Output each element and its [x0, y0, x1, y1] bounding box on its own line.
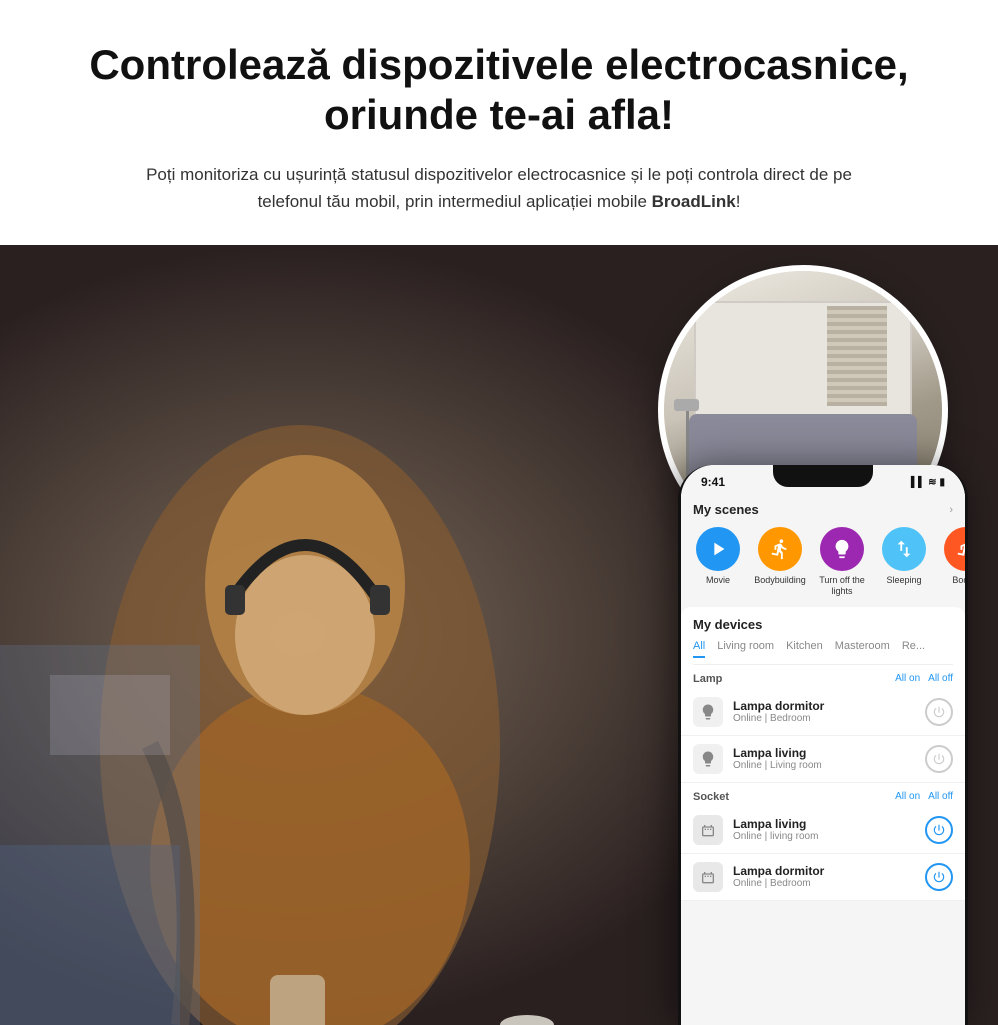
lamp-living-info: Lampa living Online | Living room — [733, 746, 925, 771]
tab-re[interactable]: Re... — [902, 640, 925, 658]
lamp-dormitor-icon — [693, 697, 723, 727]
status-icons: ▌▌ ≋ ▮ — [911, 477, 945, 488]
scene-sleeping-icon — [882, 527, 926, 571]
socket-all-off[interactable]: All off — [928, 791, 953, 802]
lamp-category-header: Lamp All on All off — [681, 665, 965, 689]
tab-master[interactable]: Masteroom — [835, 640, 890, 658]
scene-lights[interactable]: Turn off the lights — [813, 527, 871, 597]
lamp-dormitor: Lampa dormitor Online | Bedroom — [681, 689, 965, 736]
scene-movie[interactable]: Movie — [689, 527, 747, 597]
tab-living[interactable]: Living room — [717, 640, 774, 658]
scene-bodybuilding-icon — [758, 527, 802, 571]
devices-header: My devices All Living room Kitchen Maste… — [681, 607, 965, 665]
scenes-row: Movie Bodybuilding Turn off — [681, 523, 965, 607]
lamp-living-power[interactable] — [925, 745, 953, 773]
devices-section: My devices All Living room Kitchen Maste… — [681, 607, 965, 901]
scene-sleeping[interactable]: Sleeping — [875, 527, 933, 597]
blinds — [827, 306, 887, 406]
lamp-living-name: Lampa living — [733, 746, 925, 760]
lamp-living-status: Online | Living room — [733, 760, 925, 771]
socket-actions: All on All off — [895, 791, 953, 802]
scene-bodybuilding[interactable]: Bodybuilding — [751, 527, 809, 597]
socket-living: Lampa living Online | living room — [681, 807, 965, 854]
socket-category-label: Socket — [693, 791, 729, 803]
lamp-all-off[interactable]: All off — [928, 673, 953, 684]
socket-dormitor-status: Online | Bedroom — [733, 878, 925, 889]
phone-screen: 9:41 ▌▌ ≋ ▮ My scenes › — [681, 465, 965, 1025]
lamp-dormitor-status: Online | Bedroom — [733, 713, 925, 724]
lamp-dormitor-info: Lampa dormitor Online | Bedroom — [733, 699, 925, 724]
socket-dormitor-icon — [693, 862, 723, 892]
lamp-category-label: Lamp — [693, 673, 722, 685]
tab-all[interactable]: All — [693, 640, 705, 658]
socket-living-icon — [693, 815, 723, 845]
socket-dormitor-power[interactable] — [925, 863, 953, 891]
scene-extra-icon — [944, 527, 965, 571]
lamp-living-icon — [693, 744, 723, 774]
app-content: My scenes › Movie — [681, 494, 965, 1024]
subtitle: Poți monitoriza cu ușurință statusul dis… — [124, 161, 874, 215]
scene-movie-label: Movie — [706, 575, 730, 586]
scenes-arrow[interactable]: › — [949, 504, 953, 516]
scene-lights-icon — [820, 527, 864, 571]
lamp-actions: All on All off — [895, 673, 953, 684]
devices-tabs: All Living room Kitchen Masteroom Re... — [693, 640, 953, 665]
socket-living-status: Online | living room — [733, 831, 925, 842]
header-section: Controlează dispozitivele electrocasnice… — [0, 0, 998, 245]
tab-kitchen[interactable]: Kitchen — [786, 640, 823, 658]
page-title: Controlează dispozitivele electrocasnice… — [80, 40, 918, 141]
socket-dormitor: Lampa dormitor Online | Bedroom — [681, 854, 965, 901]
socket-living-info: Lampa living Online | living room — [733, 817, 925, 842]
scene-sleeping-label: Sleeping — [886, 575, 921, 586]
socket-all-on[interactable]: All on — [895, 791, 920, 802]
socket-dormitor-name: Lampa dormitor — [733, 864, 925, 878]
phone-notch — [773, 465, 873, 487]
lamp-all-on[interactable]: All on — [895, 673, 920, 684]
scenes-title: My scenes — [693, 502, 759, 517]
lamp-dormitor-power[interactable] — [925, 698, 953, 726]
phone-mockup: 9:41 ▌▌ ≋ ▮ My scenes › — [678, 465, 968, 1025]
socket-living-power[interactable] — [925, 816, 953, 844]
socket-dormitor-info: Lampa dormitor Online | Bedroom — [733, 864, 925, 889]
scene-extra[interactable]: Body... — [937, 527, 965, 597]
scene-bodybuilding-label: Bodybuilding — [754, 575, 806, 586]
socket-living-name: Lampa living — [733, 817, 925, 831]
scene-extra-label: Body... — [952, 575, 965, 586]
lamp-living: Lampa living Online | Living room — [681, 736, 965, 783]
lamp-dormitor-name: Lampa dormitor — [733, 699, 925, 713]
scene-lights-label: Turn off the lights — [813, 575, 871, 597]
devices-title: My devices — [693, 617, 953, 632]
main-section: 9:41 ▌▌ ≋ ▮ My scenes › — [0, 245, 998, 1025]
scene-movie-icon — [696, 527, 740, 571]
scenes-header: My scenes › — [681, 494, 965, 523]
socket-category-header: Socket All on All off — [681, 783, 965, 807]
status-time: 9:41 — [701, 475, 725, 489]
